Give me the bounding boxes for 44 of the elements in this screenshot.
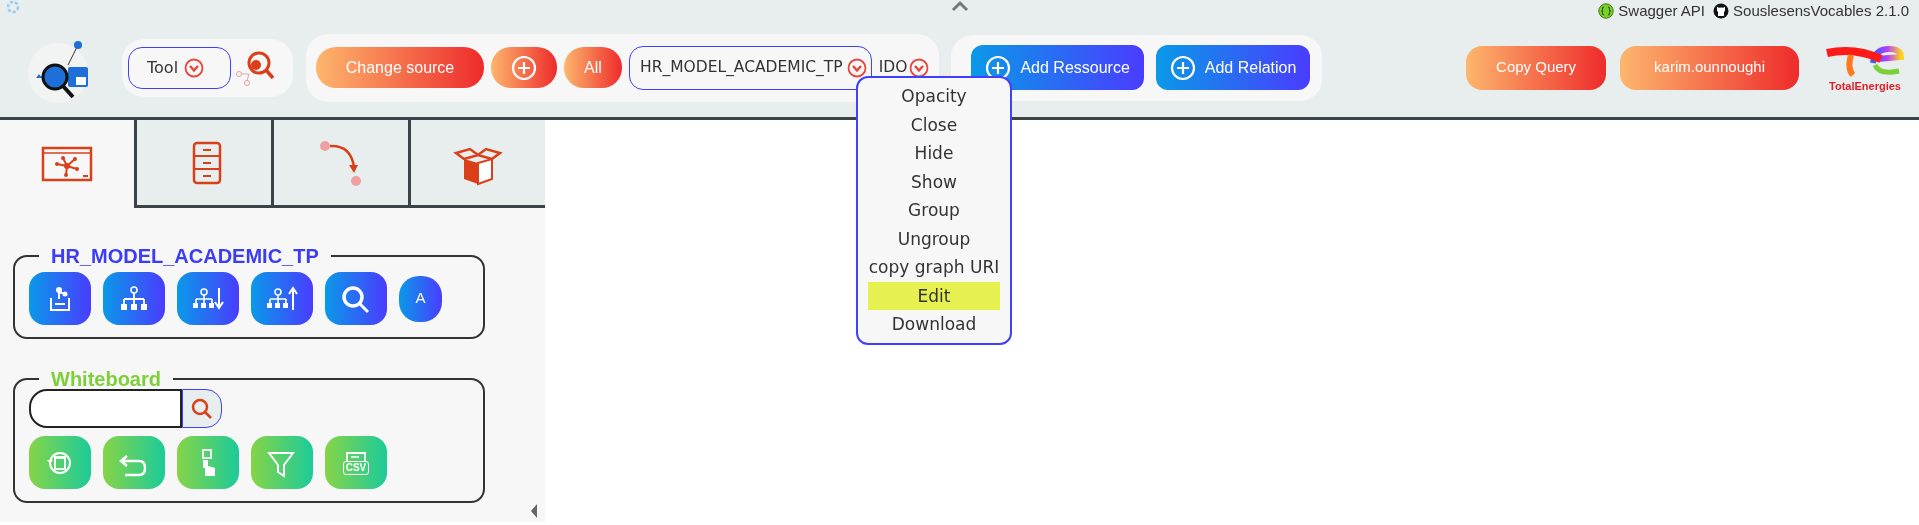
link-text[interactable]: Swagger API: [1618, 0, 1706, 23]
collapse-panel-icon[interactable]: [529, 502, 539, 520]
panel-tab[interactable]: [408, 120, 545, 208]
add-button[interactable]: Add Ressource: [971, 45, 1144, 90]
text-button[interactable]: A: [399, 275, 442, 322]
plus-icon: [1169, 54, 1196, 81]
csv-label: CSV: [342, 460, 370, 475]
select-value: HR_MODEL_ACADEMIC_TP: [640, 56, 843, 78]
secondary-select[interactable]: IDO: [878, 55, 930, 80]
tool-button[interactable]: [103, 272, 165, 325]
tool-button[interactable]: [325, 272, 387, 325]
menu-item[interactable]: Edit: [868, 281, 1000, 310]
github-icon[interactable]: [1713, 3, 1730, 20]
panel-tab[interactable]: [271, 120, 408, 208]
add-button[interactable]: Add Relation: [1155, 45, 1311, 90]
search-field[interactable]: [29, 389, 182, 428]
dropdown-icon: [846, 57, 867, 78]
dropdown-icon: [184, 57, 205, 78]
panel-tab[interactable]: [134, 120, 271, 208]
menu-item[interactable]: Show: [868, 167, 1000, 196]
swagger-icon[interactable]: [1598, 3, 1615, 20]
menu-item[interactable]: copy graph URI: [868, 253, 1000, 282]
link-text[interactable]: SouslesensVocables 2.1.0: [1733, 0, 1909, 23]
tool-button[interactable]: [251, 272, 313, 325]
select-value: IDO: [878, 56, 908, 78]
tool-button[interactable]: [177, 272, 239, 325]
collapse-icon[interactable]: [950, 0, 969, 12]
search-button[interactable]: [182, 389, 222, 428]
search-icon: [190, 396, 214, 421]
select-value: Tool: [147, 56, 179, 79]
tool-button[interactable]: [29, 272, 91, 325]
section-title: Whiteboard: [50, 369, 162, 389]
add-source-button[interactable]: [491, 47, 557, 88]
section-title: HR_MODEL_ACADEMIC_TP: [50, 246, 320, 266]
spinner-icon: [6, 0, 20, 14]
brand-text: TotalEnergies: [1829, 81, 1901, 92]
menu-item[interactable]: Close: [868, 110, 1000, 139]
menu-item[interactable]: Ungroup: [868, 224, 1000, 253]
tool-select[interactable]: Tool: [128, 46, 231, 89]
plus-icon: [511, 54, 537, 81]
menu-item[interactable]: Hide: [868, 139, 1000, 168]
menu-item[interactable]: Download: [868, 310, 1000, 339]
dropdown-icon: [909, 57, 930, 78]
menu-item[interactable]: Group: [868, 196, 1000, 225]
